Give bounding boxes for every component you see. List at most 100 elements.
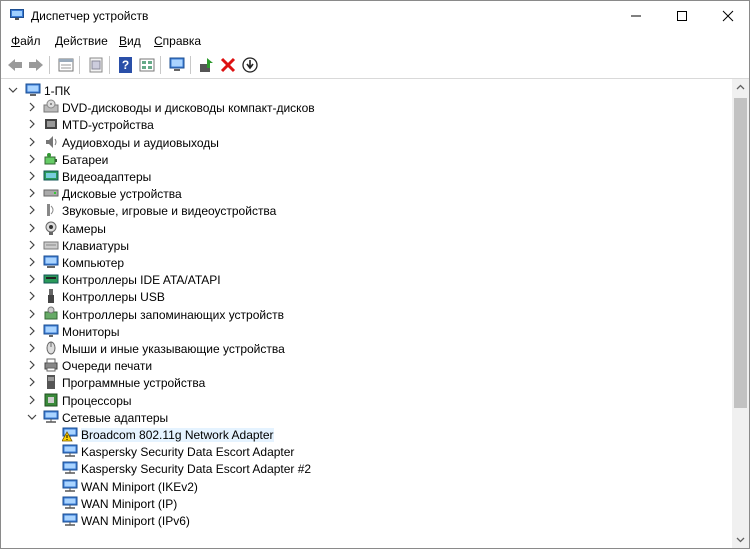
chevron-right-icon[interactable] bbox=[27, 257, 37, 267]
chevron-right-icon[interactable] bbox=[27, 343, 37, 353]
tree-category[interactable]: Контроллеры запоминающих устройств bbox=[1, 306, 732, 323]
network-warning-icon bbox=[62, 427, 78, 442]
device-manager-app-icon bbox=[10, 9, 24, 20]
tree-category[interactable]: DVD-дисководы и дисководы компакт-дисков bbox=[1, 99, 732, 116]
tree-device[interactable]: Broadcom 802.11g Network Adapter bbox=[1, 426, 732, 443]
help-button[interactable]: ? bbox=[116, 55, 136, 75]
tree-category[interactable]: Очереди печати bbox=[1, 357, 732, 374]
tree-category[interactable]: Клавиатуры bbox=[1, 237, 732, 254]
tree-item-label: Контроллеры запоминающих устройств bbox=[62, 307, 284, 322]
chevron-right-icon[interactable] bbox=[27, 154, 37, 164]
download-button[interactable] bbox=[240, 55, 260, 75]
tree-device[interactable]: WAN Miniport (IP) bbox=[1, 495, 732, 512]
toolbar-separator bbox=[190, 56, 191, 74]
toolbar: ? bbox=[1, 52, 749, 79]
toolbar-separator bbox=[49, 56, 50, 74]
uninstall-button[interactable] bbox=[218, 55, 238, 75]
tree-category[interactable]: Контроллеры IDE ATA/ATAPI bbox=[1, 271, 732, 288]
chevron-right-icon[interactable] bbox=[27, 395, 37, 405]
tree-category[interactable]: Батареи bbox=[1, 151, 732, 168]
chevron-right-icon[interactable] bbox=[27, 291, 37, 301]
tree-item-label: Видеоадаптеры bbox=[62, 170, 152, 184]
tree-category[interactable]: Аудиовходы и аудиовыходы bbox=[1, 134, 732, 151]
chevron-right-icon[interactable] bbox=[27, 377, 37, 387]
forward-button[interactable] bbox=[26, 55, 46, 75]
scan-hardware-button[interactable] bbox=[167, 55, 187, 75]
minimize-icon bbox=[631, 15, 641, 17]
chevron-right-icon[interactable] bbox=[27, 240, 37, 250]
scroll-up-button[interactable] bbox=[732, 79, 749, 96]
sound-icon bbox=[47, 204, 54, 217]
tree-category[interactable]: Сетевые адаптеры bbox=[1, 409, 732, 426]
tree-device[interactable]: WAN Miniport (IKEv2) bbox=[1, 478, 732, 495]
chevron-right-icon[interactable] bbox=[27, 102, 37, 112]
scrollbar-thumb[interactable] bbox=[734, 98, 747, 408]
chevron-down-icon[interactable] bbox=[27, 412, 37, 422]
chevron-right-icon[interactable] bbox=[27, 188, 37, 198]
computer-icon bbox=[43, 255, 59, 268]
toolbar-separator bbox=[109, 56, 110, 74]
tree-device[interactable]: WAN Miniport (IPv6) bbox=[1, 512, 732, 529]
chevron-down-icon[interactable] bbox=[8, 85, 18, 95]
back-button[interactable] bbox=[5, 55, 25, 75]
tree-category[interactable]: MTD-устройства bbox=[1, 116, 732, 133]
tree-category[interactable]: Мыши и иные указывающие устройства bbox=[1, 340, 732, 357]
tree-item-label: Дисковые устройства bbox=[62, 187, 182, 202]
tree-item-label: Очереди печати bbox=[62, 359, 153, 374]
printer-icon bbox=[44, 358, 58, 372]
maximize-button[interactable] bbox=[659, 1, 705, 31]
menu-item[interactable]: Действие bbox=[55, 34, 108, 48]
menu-item[interactable]: Файл bbox=[11, 34, 41, 48]
update-driver-button[interactable] bbox=[197, 55, 217, 75]
tree-item-label: DVD-дисководы и дисководы компакт-дисков bbox=[62, 101, 315, 116]
tree-item-label: Программные устройства bbox=[62, 376, 206, 391]
tree-category[interactable]: Дисковые устройства bbox=[1, 185, 732, 202]
scroll-down-button[interactable] bbox=[732, 531, 749, 548]
tree-category[interactable]: Процессоры bbox=[1, 392, 732, 409]
title-bar[interactable]: Диспетчер устройств bbox=[1, 1, 749, 31]
network-icon bbox=[62, 496, 78, 509]
tree-item-label: 1-ПК bbox=[44, 84, 71, 98]
menu-item[interactable]: Вид bbox=[119, 34, 141, 48]
download-icon bbox=[242, 57, 258, 73]
chevron-up-icon bbox=[736, 84, 745, 90]
device-tree: 1-ПК DVD-дисководы и дисководы компакт-ди… bbox=[1, 79, 732, 548]
minimize-button[interactable] bbox=[613, 1, 659, 31]
tree-category[interactable]: Компьютер bbox=[1, 254, 732, 271]
cpu-icon bbox=[44, 393, 58, 407]
chevron-right-icon[interactable] bbox=[27, 326, 37, 336]
tree-category[interactable]: Видеоадаптеры bbox=[1, 168, 732, 185]
network-icon bbox=[43, 410, 59, 423]
mouse-icon bbox=[46, 341, 56, 355]
tree-item-label: Клавиатуры bbox=[62, 238, 129, 253]
tree-device[interactable]: Kaspersky Security Data Escort Adapter #… bbox=[1, 460, 732, 477]
menu-item[interactable]: Справка bbox=[154, 34, 201, 48]
properties-button[interactable] bbox=[56, 55, 76, 75]
chevron-right-icon[interactable] bbox=[27, 205, 37, 215]
chevron-right-icon[interactable] bbox=[27, 171, 37, 181]
tree-item-label: Звуковые, игровые и видеоустройства bbox=[62, 204, 277, 219]
tree-item-label: WAN Miniport (IKEv2) bbox=[81, 479, 198, 494]
chevron-right-icon[interactable] bbox=[27, 223, 37, 233]
chevron-right-icon[interactable] bbox=[27, 360, 37, 370]
tree-category[interactable]: Камеры bbox=[1, 220, 732, 237]
chevron-right-icon[interactable] bbox=[27, 119, 37, 129]
tree-category[interactable]: Контроллеры USB bbox=[1, 288, 732, 305]
tree-category[interactable]: Звуковые, игровые и видеоустройства bbox=[1, 202, 732, 219]
show-hidden-icon bbox=[139, 58, 155, 72]
monitor-icon bbox=[169, 57, 185, 71]
vertical-scrollbar[interactable] bbox=[732, 79, 749, 548]
chevron-right-icon[interactable] bbox=[27, 274, 37, 284]
dvd-icon bbox=[43, 99, 59, 113]
keyboard-icon bbox=[43, 241, 59, 250]
tree-category[interactable]: Мониторы bbox=[1, 323, 732, 340]
chevron-right-icon[interactable] bbox=[27, 309, 37, 319]
show-hidden-button[interactable] bbox=[137, 55, 157, 75]
tree-root[interactable]: 1-ПК bbox=[1, 82, 732, 99]
tree-device[interactable]: Kaspersky Security Data Escort Adapter bbox=[1, 443, 732, 460]
help-sheet-button[interactable] bbox=[86, 55, 106, 75]
close-button[interactable] bbox=[705, 1, 749, 31]
tree-category[interactable]: Программные устройства bbox=[1, 374, 732, 391]
usb-icon bbox=[48, 289, 54, 304]
chevron-right-icon[interactable] bbox=[27, 137, 37, 147]
